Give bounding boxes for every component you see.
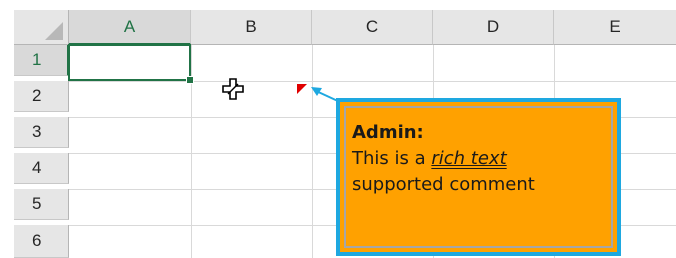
fill-handle[interactable] [186,76,194,84]
comment-author: Admin: [352,122,424,143]
column-header-a[interactable]: A [69,10,191,45]
comment-text-start: This is a [352,148,432,169]
row-header-2[interactable]: 2 [14,81,69,112]
column-header-c[interactable]: C [312,10,433,45]
row-header-3[interactable]: 3 [14,117,69,148]
spreadsheet: A B C D E 1 2 3 4 5 6 Admin: This is a r… [0,0,676,258]
comment-box[interactable]: Admin: This is a rich text supported com… [336,98,621,256]
column-header-e[interactable]: E [554,10,676,45]
comment-rich-text: rich text [431,148,507,169]
select-all-triangle-icon [45,22,63,40]
cell-select-cursor-icon [222,78,244,100]
gridline [312,45,313,258]
select-all-corner[interactable] [14,10,69,45]
gridline [69,81,676,82]
row-header-5[interactable]: 5 [14,189,69,220]
column-header-b[interactable]: B [191,10,312,45]
comment-text-end: supported comment [352,174,535,195]
column-header-d[interactable]: D [433,10,554,45]
row-header-4[interactable]: 4 [14,153,69,184]
row-header-6[interactable]: 6 [14,225,69,258]
selected-cell-a1[interactable] [68,44,191,81]
row-header-1[interactable]: 1 [14,45,69,76]
comment-body: Admin: This is a rich text supported com… [344,106,613,248]
